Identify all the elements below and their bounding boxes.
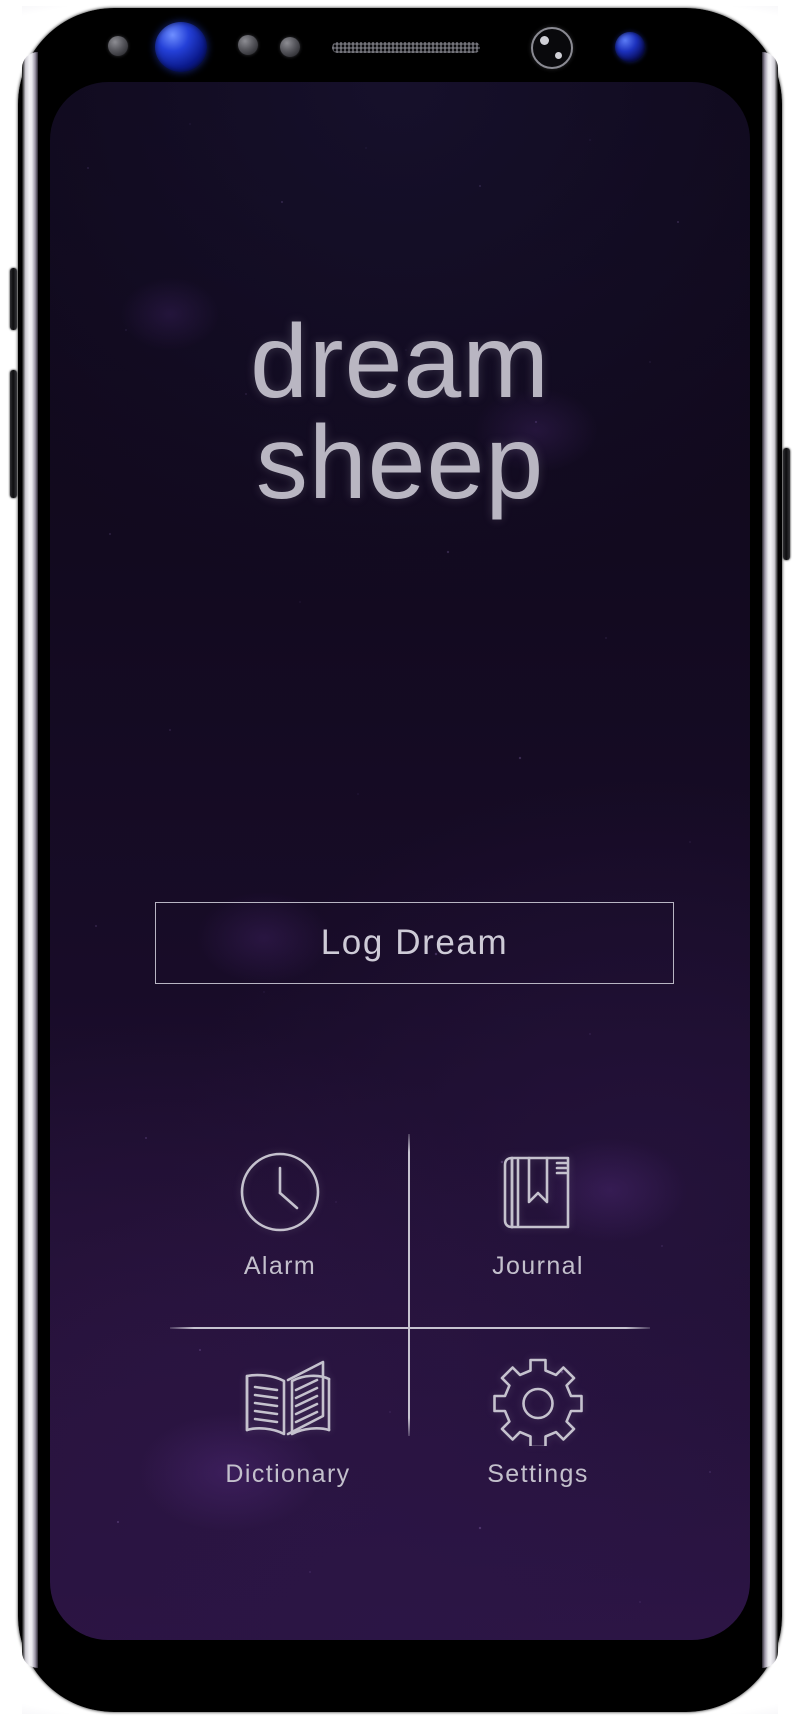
clock-icon [234,1144,326,1240]
open-book-icon [239,1352,337,1448]
sensor-dot [238,35,258,55]
menu-grid: Alarm Journal Dictionary Settings [50,1102,750,1488]
phone-screen: dream sheep Log Dream Alarm Journal Dict… [50,82,750,1640]
logo-line-2: sheep [255,404,545,521]
app-logo: dream sheep [50,310,750,521]
menu-item-settings[interactable]: Settings [448,1352,628,1489]
proximity-sensor-dot [108,36,128,56]
screenshot-root: dream sheep Log Dream Alarm Journal Dict… [0,0,800,1720]
dream-sheep-app: dream sheep Log Dream Alarm Journal Dict… [50,82,750,1640]
front-camera-icon [615,32,645,62]
power-button[interactable] [783,448,790,560]
bixby-button[interactable] [10,268,17,330]
menu-item-label: Dictionary [225,1460,351,1488]
ir-sensor-pip [540,36,549,45]
volume-button[interactable] [10,370,17,498]
phone-top-bezel [50,8,750,82]
menu-item-label: Alarm [243,1252,317,1280]
ir-sensor-ring-icon [531,27,573,69]
grid-vertical-divider [408,1134,410,1436]
iris-scanner-icon [155,22,207,72]
menu-item-label: Journal [492,1252,584,1280]
menu-item-journal[interactable]: Journal [448,1144,628,1281]
log-dream-button[interactable]: Log Dream [155,902,674,984]
closed-book-bookmark-icon [496,1144,580,1240]
menu-item-alarm[interactable]: Alarm [190,1144,370,1281]
ir-sensor-pip [555,52,562,59]
sensor-dot [280,37,300,57]
grid-horizontal-divider [170,1327,650,1329]
earpiece-speaker-grille [332,42,480,53]
menu-item-label: Settings [487,1460,589,1488]
gear-icon [492,1352,584,1448]
logo-line-1: dream [250,304,550,420]
menu-item-dictionary[interactable]: Dictionary [198,1352,378,1489]
